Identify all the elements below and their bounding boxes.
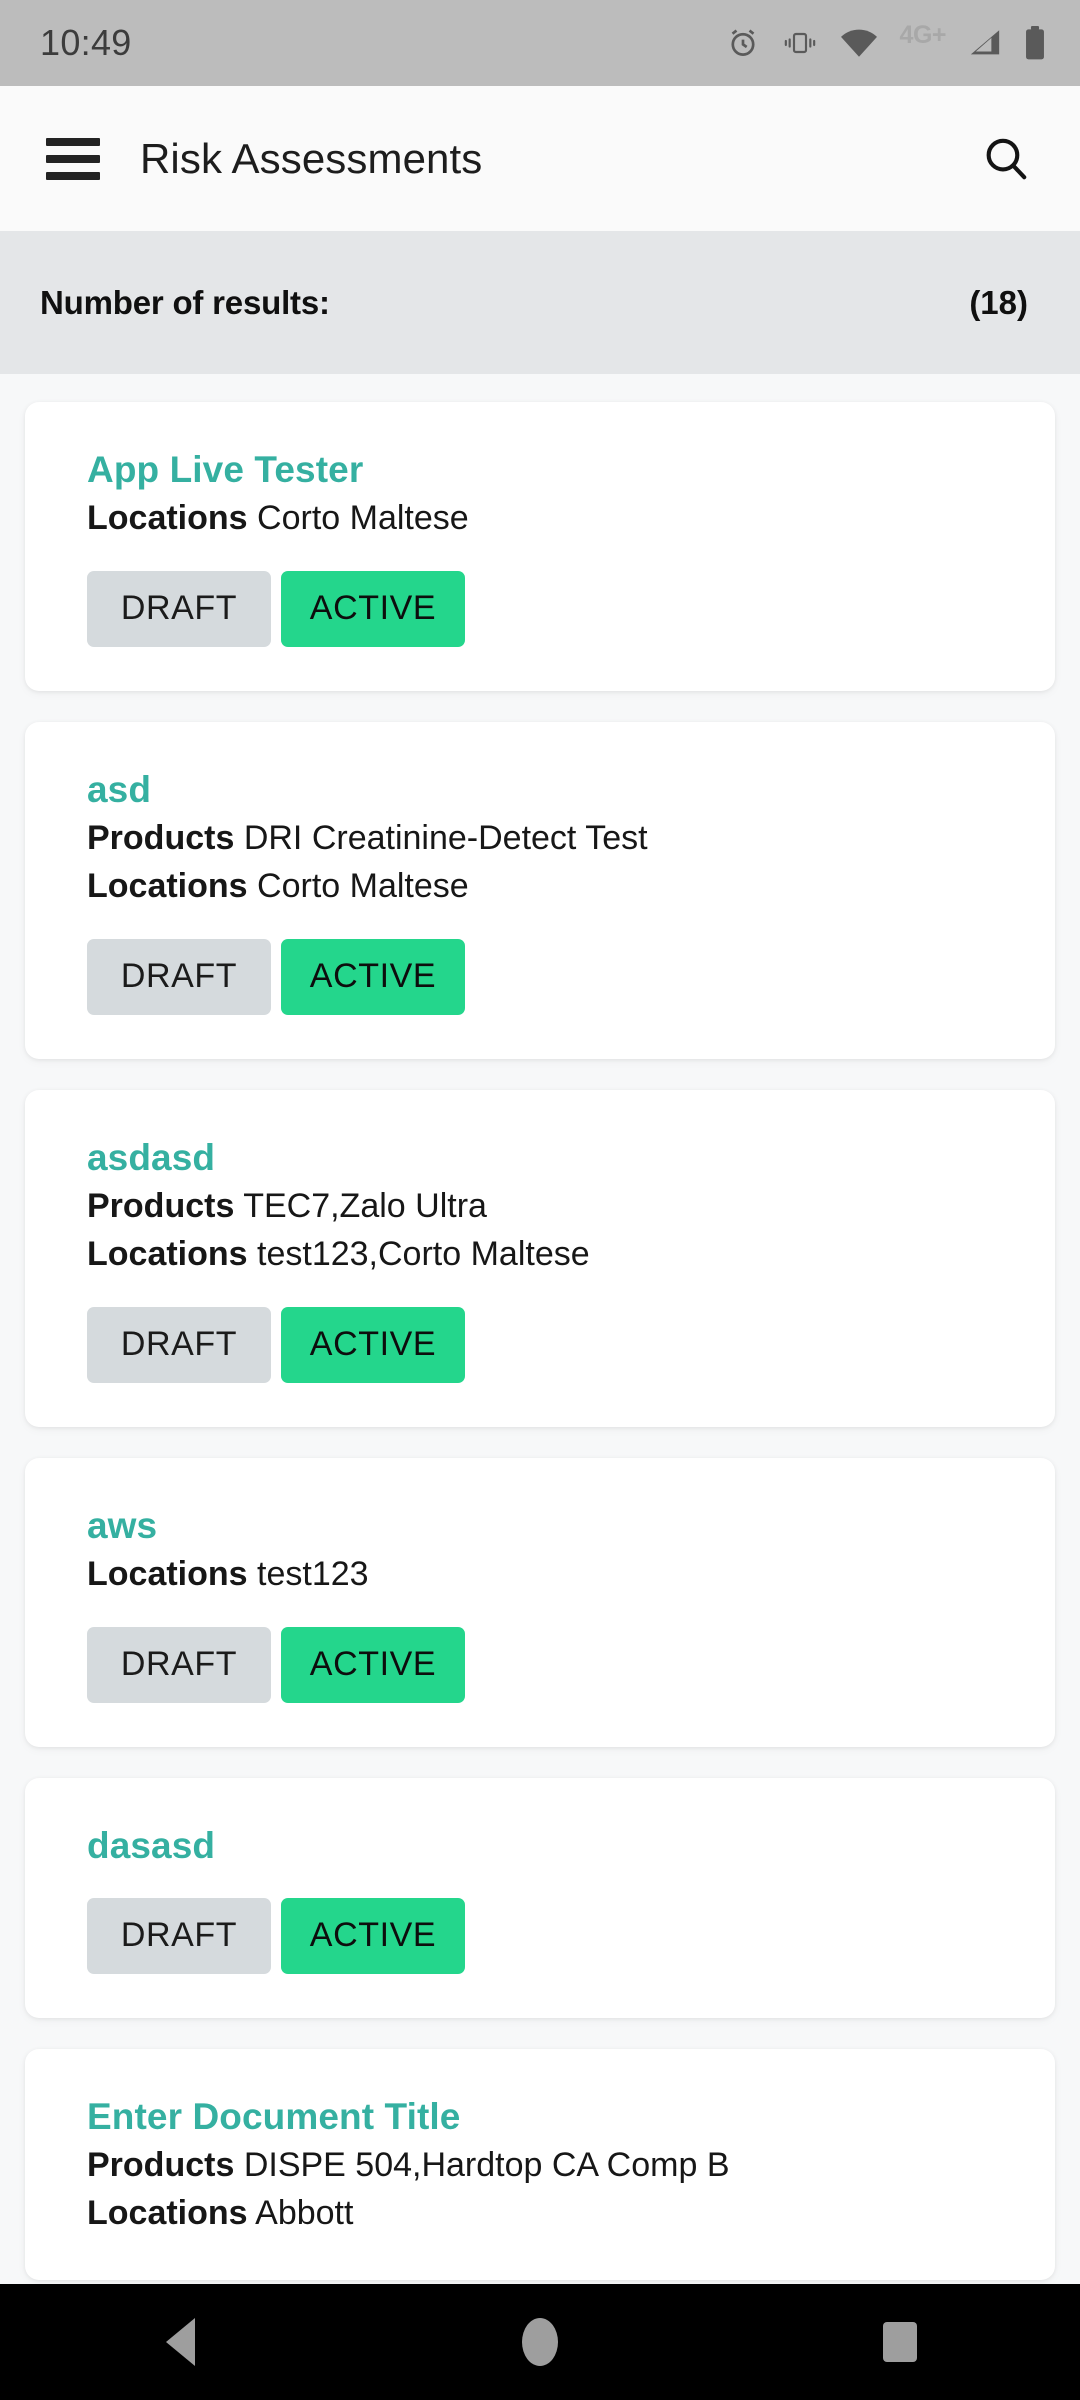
- card-title[interactable]: dasasd: [25, 1823, 1055, 1868]
- hamburger-bar: [46, 154, 100, 163]
- locations-value: test123,Corto Maltese: [257, 1235, 590, 1274]
- card-title[interactable]: Enter Document Title: [25, 2094, 1055, 2139]
- active-status-button[interactable]: ACTIVE: [281, 1306, 465, 1383]
- status-bar: 10:49 4G+: [0, 0, 1080, 86]
- products-value: DISPE 504,Hardtop CA Comp B: [243, 2145, 730, 2184]
- card-locations-row: Locations Corto Maltese: [25, 865, 1055, 909]
- status-chip-group: DRAFT ACTIVE: [25, 570, 1055, 647]
- battery-icon: [1024, 26, 1046, 60]
- locations-label: Locations: [87, 867, 248, 906]
- status-chip-group: DRAFT ACTIVE: [25, 1626, 1055, 1703]
- draft-status-button[interactable]: DRAFT: [87, 1306, 271, 1383]
- results-count: (18): [969, 283, 1028, 321]
- alarm-icon: [726, 26, 760, 60]
- wifi-icon: [840, 28, 878, 58]
- draft-status-button[interactable]: DRAFT: [87, 1897, 271, 1974]
- card-title[interactable]: aws: [25, 1503, 1055, 1548]
- card-title[interactable]: App Live Tester: [25, 447, 1055, 492]
- products-label: Products: [87, 1186, 235, 1225]
- search-icon[interactable]: [976, 129, 1036, 189]
- draft-status-button[interactable]: DRAFT: [87, 938, 271, 1015]
- card-locations-row: Locations Corto Maltese: [25, 497, 1055, 541]
- hamburger-bar: [46, 137, 100, 146]
- results-label: Number of results:: [40, 283, 330, 321]
- active-status-button[interactable]: ACTIVE: [281, 1897, 465, 1974]
- draft-status-button[interactable]: DRAFT: [87, 570, 271, 647]
- status-chip-group: DRAFT ACTIVE: [25, 1897, 1055, 1974]
- list-item[interactable]: asdasd Products TEC7,Zalo Ultra Locations …: [25, 1089, 1055, 1427]
- locations-label: Locations: [87, 1555, 248, 1594]
- card-products-row: Products DISPE 504,Hardtop CA Comp B: [25, 2144, 1055, 2188]
- back-triangle-icon: [165, 2318, 195, 2366]
- home-nav-button[interactable]: [470, 2284, 610, 2400]
- card-locations-row: Locations test123,Corto Maltese: [25, 1233, 1055, 1277]
- signal-icon: [968, 28, 1002, 58]
- status-chip-group: DRAFT ACTIVE: [25, 1306, 1055, 1383]
- card-locations-row: Locations test123: [25, 1553, 1055, 1597]
- recents-nav-button[interactable]: [830, 2284, 970, 2400]
- system-navigation-bar: [0, 2284, 1080, 2400]
- vibrate-icon: [782, 28, 818, 58]
- risk-assessment-list[interactable]: App Live Tester Locations Corto Maltese DR…: [0, 374, 1080, 2400]
- list-item[interactable]: Enter Document Title Products DISPE 504,H…: [25, 2048, 1055, 2280]
- locations-label: Locations: [87, 2194, 248, 2233]
- page-title: Risk Assessments: [140, 134, 483, 182]
- results-summary-bar: Number of results: (18): [0, 231, 1080, 374]
- locations-value: Abbott: [255, 2194, 354, 2233]
- status-time: 10:49: [40, 22, 132, 63]
- app-bar: Risk Assessments: [0, 86, 1080, 231]
- recents-square-icon: [883, 2322, 917, 2362]
- home-circle-icon: [522, 2318, 558, 2366]
- products-label: Products: [87, 2145, 235, 2184]
- status-chip-group: DRAFT ACTIVE: [25, 938, 1055, 1015]
- products-value: DRI Creatinine-Detect Test: [243, 818, 648, 857]
- hamburger-bar: [46, 171, 100, 180]
- draft-status-button[interactable]: DRAFT: [87, 1626, 271, 1703]
- list-item[interactable]: App Live Tester Locations Corto Maltese DR…: [25, 402, 1055, 691]
- back-nav-button[interactable]: [110, 2284, 250, 2400]
- card-title[interactable]: asd: [25, 767, 1055, 812]
- products-label: Products: [87, 818, 235, 857]
- list-item[interactable]: dasasd DRAFT ACTIVE: [25, 1777, 1055, 2018]
- list-item[interactable]: asd Products DRI Creatinine-Detect Test Lo…: [25, 721, 1055, 1059]
- card-title[interactable]: asdasd: [25, 1135, 1055, 1180]
- status-icon-group: 4G+: [726, 20, 1046, 60]
- card-products-row: Products DRI Creatinine-Detect Test: [25, 817, 1055, 861]
- active-status-button[interactable]: ACTIVE: [281, 1626, 465, 1703]
- locations-label: Locations: [87, 499, 248, 538]
- locations-label: Locations: [87, 1235, 248, 1274]
- network-type-label: 4G+: [899, 20, 947, 49]
- locations-value: Corto Maltese: [257, 499, 469, 538]
- active-status-button[interactable]: ACTIVE: [281, 570, 465, 647]
- active-status-button[interactable]: ACTIVE: [281, 938, 465, 1015]
- card-products-row: Products TEC7,Zalo Ultra: [25, 1185, 1055, 1229]
- locations-value: Corto Maltese: [257, 867, 469, 906]
- phone-screen: 10:49 4G+ Risk Assessments Number of res…: [0, 0, 1080, 2400]
- card-locations-row: Locations Abbott: [25, 2192, 1055, 2236]
- products-value: TEC7,Zalo Ultra: [243, 1186, 487, 1225]
- list-item[interactable]: aws Locations test123 DRAFT ACTIVE: [25, 1457, 1055, 1747]
- locations-value: test123: [257, 1555, 369, 1594]
- hamburger-menu-icon[interactable]: [46, 137, 100, 180]
